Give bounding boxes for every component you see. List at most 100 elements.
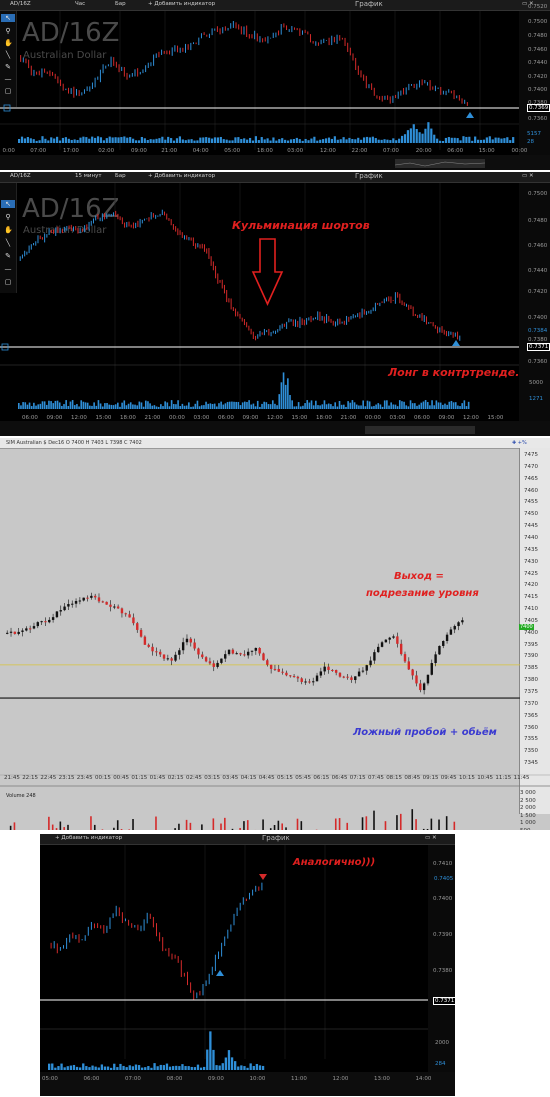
volume-bar xyxy=(406,130,410,143)
candle-body xyxy=(116,606,120,609)
candle-body xyxy=(334,670,338,673)
candle-body xyxy=(392,636,395,638)
signal-arrow-down xyxy=(259,874,267,880)
volume-bar xyxy=(394,404,397,409)
volume-bar xyxy=(345,406,347,409)
volume-bar xyxy=(168,406,171,409)
price-tick-label: 7355 xyxy=(524,736,538,743)
candle-body xyxy=(254,647,258,651)
candle-body xyxy=(151,646,154,652)
volume-bar xyxy=(465,406,468,409)
volume-bar xyxy=(263,401,265,409)
time-tick-label: 07:45 xyxy=(368,775,384,781)
candle-body xyxy=(346,676,349,678)
candle-body xyxy=(434,654,437,664)
volume-bar xyxy=(353,402,356,409)
candle-body xyxy=(449,629,453,635)
volume-bar xyxy=(192,406,194,409)
volume-bar xyxy=(222,404,225,409)
volume-bar xyxy=(457,405,459,409)
volume-bar xyxy=(91,1065,94,1070)
volume-bar xyxy=(373,405,375,409)
candle-body xyxy=(204,657,208,662)
volume-bar xyxy=(114,404,117,409)
time-tick-label: 21:45 xyxy=(4,775,20,781)
time-tick-label: 11:45 xyxy=(513,775,530,781)
volume-bar xyxy=(256,400,259,409)
volume-bar xyxy=(463,400,466,409)
time-tick-label: 01:45 xyxy=(149,775,166,781)
time-tick-label: 23:15 xyxy=(58,775,75,781)
volume-bar xyxy=(84,402,87,409)
candle-body xyxy=(74,601,78,604)
candle-body xyxy=(143,636,147,645)
volume-bar xyxy=(160,404,162,409)
volume-bar xyxy=(437,402,440,409)
volume-bar xyxy=(431,400,433,409)
volume-bar xyxy=(361,817,364,830)
volume-bar xyxy=(141,1067,144,1070)
volume-bar xyxy=(54,400,57,409)
volume-bar xyxy=(63,1067,66,1070)
volume-bar xyxy=(252,403,255,409)
volume-bar xyxy=(48,1063,51,1070)
volume-bar xyxy=(134,140,138,143)
volume-bar xyxy=(430,818,433,830)
volume-bar xyxy=(243,821,245,830)
volume-tick-label: 500 xyxy=(520,828,531,831)
volume-bar xyxy=(35,405,37,409)
volume-bar xyxy=(85,137,88,143)
volume-bar xyxy=(280,382,283,409)
time-tick-label: 03:00 xyxy=(389,415,406,421)
time-tick-label: 04:15 xyxy=(240,775,257,781)
volume-bar xyxy=(93,824,96,830)
volume-bar xyxy=(164,401,166,409)
price-tick-label: 7430 xyxy=(524,558,538,565)
time-tick-label: 06:45 xyxy=(331,775,348,781)
volume-bar xyxy=(310,400,313,409)
volume-bar xyxy=(427,122,430,143)
candle-body xyxy=(426,674,430,684)
volume-bar xyxy=(99,403,102,409)
time-tick-label: 10:00 xyxy=(249,1076,266,1082)
volume-bar xyxy=(76,139,79,143)
volume-bar xyxy=(319,405,321,409)
candle-body xyxy=(97,597,101,602)
volume-bar xyxy=(447,137,450,143)
volume-bar xyxy=(345,139,348,143)
candle-body xyxy=(162,654,166,659)
volume-bar xyxy=(64,137,67,143)
volume-bar xyxy=(103,1066,107,1070)
volume-bar xyxy=(388,405,390,409)
time-tick-label: 07:15 xyxy=(349,775,366,781)
volume-bar xyxy=(122,1065,125,1070)
volume-bar xyxy=(240,1065,243,1070)
price-tick-label: 7350 xyxy=(524,748,538,755)
volume-bar xyxy=(54,1067,57,1070)
time-tick-label: 02:45 xyxy=(186,775,202,781)
volume-bar xyxy=(66,1066,69,1070)
volume-bar xyxy=(248,137,252,143)
volume-bar xyxy=(296,818,299,830)
price-chart[interactable] xyxy=(0,0,550,170)
volume-bar xyxy=(278,394,281,409)
volume-bar xyxy=(261,403,263,409)
volume-bar xyxy=(188,402,190,409)
time-tick-label: 07:00 xyxy=(125,1076,141,1082)
volume-bar xyxy=(216,137,219,143)
price-tick-label: 0.7420 xyxy=(528,289,548,295)
price-chart[interactable] xyxy=(0,172,550,436)
volume-bar xyxy=(275,140,278,143)
volume-bar xyxy=(132,404,134,409)
volume-bar xyxy=(181,1064,184,1070)
volume-bar xyxy=(228,140,231,143)
price-chart[interactable] xyxy=(0,438,550,830)
candle-body xyxy=(174,654,177,661)
price-tick-label: 7450 xyxy=(524,511,538,518)
candle-body xyxy=(354,676,357,680)
volume-bar xyxy=(76,404,78,409)
volume-bar xyxy=(88,1067,91,1070)
price-chart[interactable] xyxy=(40,834,455,1096)
volume-bar xyxy=(390,402,392,409)
volume-bar xyxy=(178,1066,181,1070)
